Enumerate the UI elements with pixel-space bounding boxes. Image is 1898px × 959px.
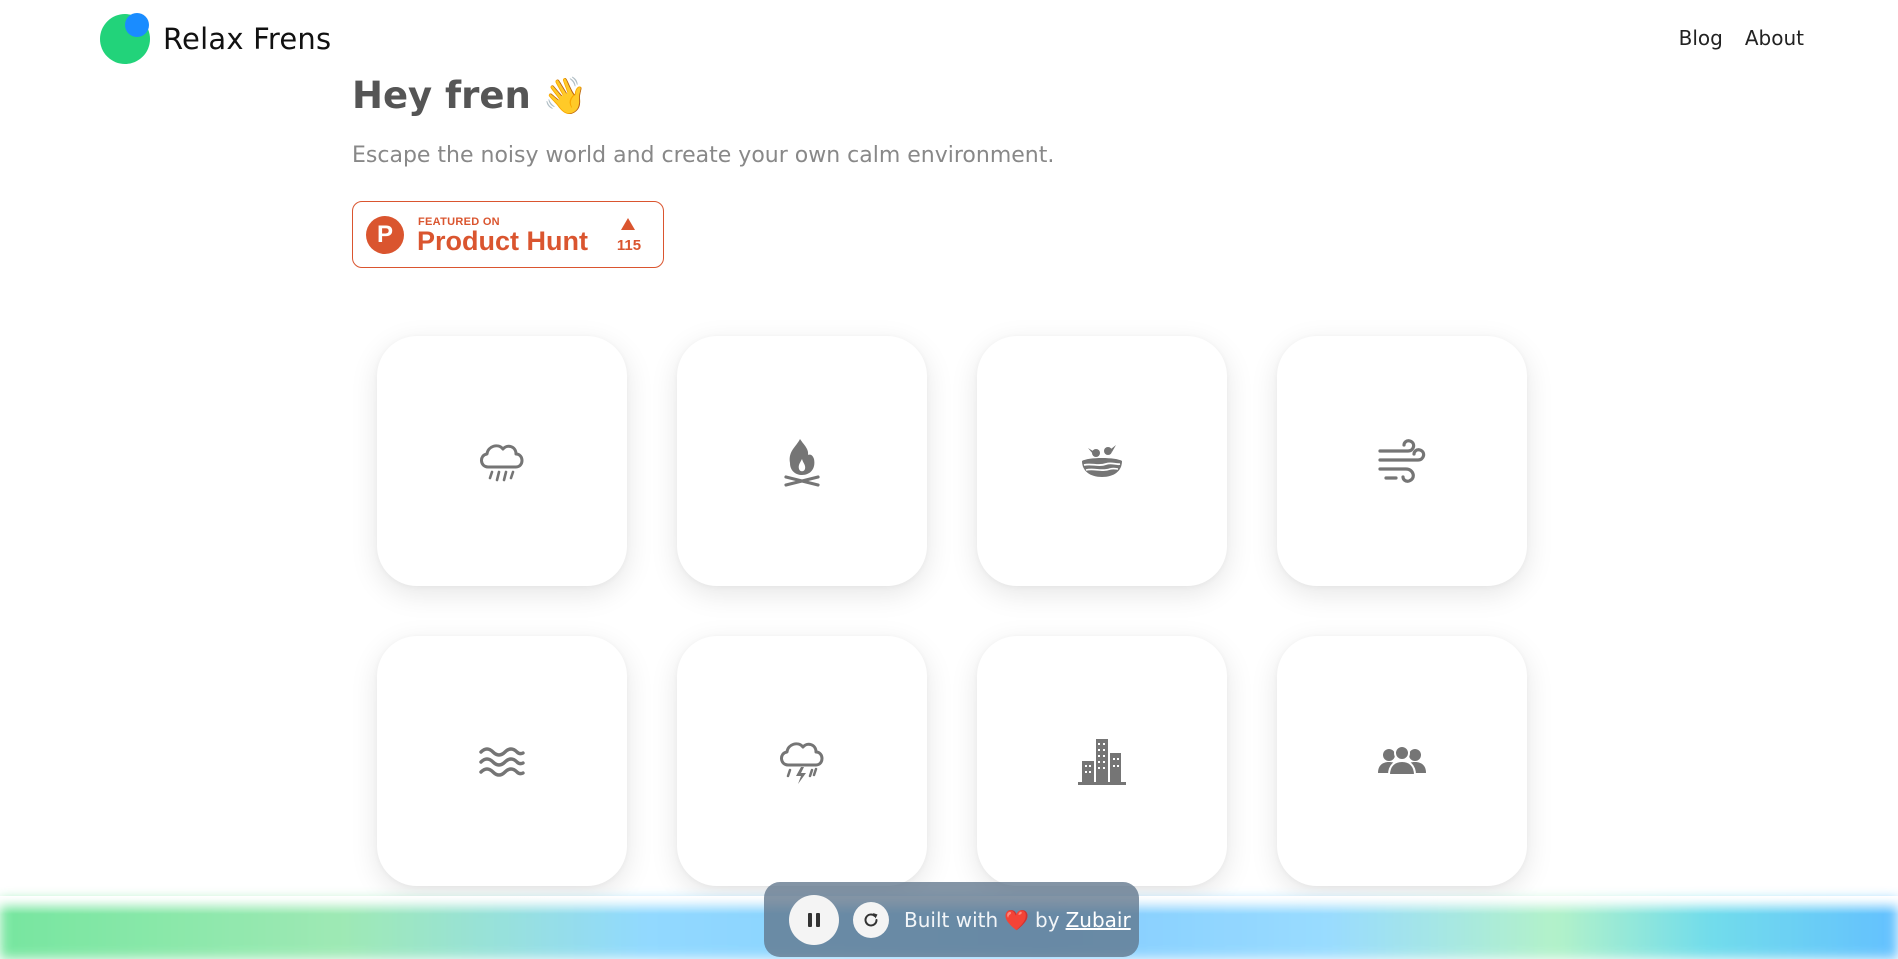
campfire-icon xyxy=(784,439,820,487)
site-header: Relax Frens Blog About xyxy=(0,0,1898,78)
built-with-credit: Built with ❤️ by Zubair xyxy=(904,908,1131,932)
sound-card-rain[interactable] xyxy=(377,336,627,586)
wind-icon xyxy=(1378,439,1426,483)
refresh-icon xyxy=(864,912,878,926)
product-hunt-badge[interactable]: P FEATURED ON Product Hunt 115 xyxy=(352,201,664,268)
sound-card-thunderstorm[interactable] xyxy=(677,636,927,886)
pause-icon xyxy=(808,912,820,927)
upvote-triangle-icon xyxy=(621,218,635,230)
title-text: Hey fren xyxy=(352,74,531,117)
hero-section: Hey fren 👋 Escape the noisy world and cr… xyxy=(352,74,1054,168)
pause-button[interactable] xyxy=(789,894,839,945)
thunderstorm-icon xyxy=(780,742,824,784)
heart-icon: ❤️ xyxy=(1004,907,1030,932)
bird-nest-icon xyxy=(1082,445,1122,477)
player-bar: Built with ❤️ by Zubair xyxy=(764,882,1139,957)
waving-hand-icon: 👋 xyxy=(542,75,588,117)
sound-card-waves[interactable] xyxy=(377,636,627,886)
brand-name: Relax Frens xyxy=(163,22,332,56)
nav-link-about[interactable]: About xyxy=(1745,26,1804,50)
sound-card-crowd[interactable] xyxy=(1277,636,1527,886)
product-hunt-logo-icon: P xyxy=(366,216,404,254)
page-subtitle: Escape the noisy world and create your o… xyxy=(352,143,1055,168)
sound-card-campfire[interactable] xyxy=(677,336,927,586)
brand-logo[interactable]: Relax Frens xyxy=(100,13,332,64)
sound-grid xyxy=(377,336,1527,886)
built-with-label: Built with xyxy=(904,907,999,932)
sound-card-birds[interactable] xyxy=(977,336,1227,586)
product-hunt-upvote-count: 115 xyxy=(616,237,642,254)
sound-card-wind[interactable] xyxy=(1277,336,1527,586)
by-label: by xyxy=(1035,907,1060,932)
product-hunt-name: Product Hunt xyxy=(417,226,588,256)
top-nav: Blog About xyxy=(1679,26,1804,50)
waves-icon xyxy=(479,747,525,777)
crowd-people-icon xyxy=(1378,745,1426,776)
rain-cloud-icon xyxy=(480,444,524,482)
city-buildings-icon xyxy=(1078,739,1126,785)
page-title: Hey fren 👋 xyxy=(352,74,1054,117)
author-link[interactable]: Zubair xyxy=(1066,908,1131,932)
nav-link-blog[interactable]: Blog xyxy=(1679,26,1723,50)
sound-card-city[interactable] xyxy=(977,636,1227,886)
logo-mark-icon xyxy=(100,13,150,64)
reset-button[interactable] xyxy=(853,901,889,938)
